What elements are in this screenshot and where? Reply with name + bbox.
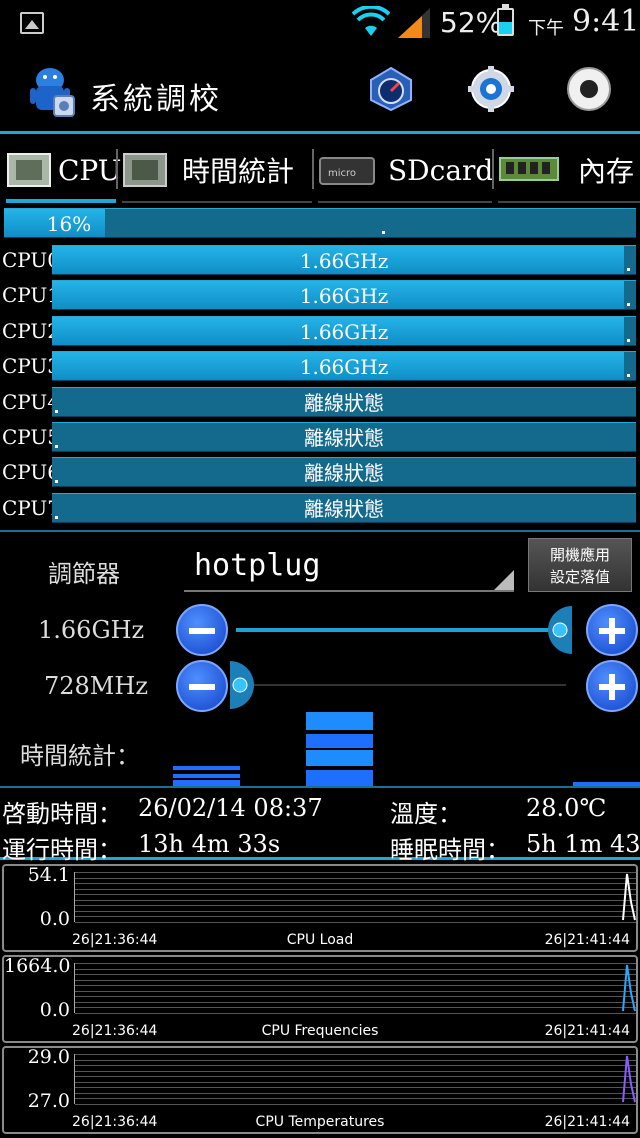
cpu-core-status: 1.66GHz bbox=[299, 284, 389, 309]
governor-label: 調節器 bbox=[48, 560, 120, 588]
status-clock: 9:41 bbox=[572, 4, 640, 39]
max-freq-decrease-button[interactable] bbox=[176, 604, 228, 656]
status-bar: 52% 下午 9:41 bbox=[0, 0, 640, 48]
tab-memory[interactable]: 內存 bbox=[498, 137, 634, 203]
record-icon[interactable] bbox=[566, 66, 612, 112]
graph-title: CPU Frequencies bbox=[261, 1023, 379, 1039]
cpu-core-bar: 離線狀態 bbox=[52, 422, 636, 452]
graph-plot-area bbox=[74, 963, 636, 1014]
speedometer-icon[interactable] bbox=[368, 66, 414, 112]
temperature-value: 28.0℃ bbox=[526, 794, 607, 822]
history-graph: 29.0 27.0 26|21:36:44 CPU Temperatures 26|21… bbox=[2, 1046, 638, 1134]
cpu-core-status: 離線狀態 bbox=[304, 461, 384, 486]
android-tool-logo-icon bbox=[30, 68, 75, 117]
graph-y-min: 27.0 bbox=[27, 1090, 70, 1112]
sleep-time-value: 5h 1m 43s bbox=[526, 830, 640, 858]
graph-plot-area bbox=[74, 1054, 636, 1105]
uptime-label: 運行時間： bbox=[2, 836, 122, 864]
governor-value: hotplug bbox=[194, 548, 321, 583]
min-frequency-label: 728MHz bbox=[44, 672, 148, 700]
min-freq-increase-button[interactable] bbox=[586, 660, 638, 712]
cpu-core-bar: 1.66GHz bbox=[52, 280, 636, 311]
graph-y-max: 54.1 bbox=[27, 864, 70, 886]
cpu-core-bar: 離線狀態 bbox=[52, 386, 636, 417]
history-graph: 54.1 0.0 26|21:36:44 CPU Load 26|21:41:44 bbox=[2, 864, 638, 952]
graph-y-max: 29.0 bbox=[27, 1046, 70, 1068]
battery-icon bbox=[497, 4, 514, 36]
cpu-core-bar: 1.66GHz bbox=[52, 351, 636, 382]
cpu-core-status: 1.66GHz bbox=[299, 319, 389, 344]
graph-y-min: 0.0 bbox=[39, 908, 70, 930]
boot-time-value: 26/02/14 08:37 bbox=[138, 794, 323, 822]
system-stats: 啓動時間： 26/02/14 08:37 溫度： 28.0℃ 運行時間： 13h… bbox=[0, 786, 640, 864]
graph-title: CPU Load bbox=[286, 932, 354, 948]
cpu-core-bar: 離線狀態 bbox=[52, 457, 636, 488]
uptime-value: 13h 4m 33s bbox=[138, 830, 281, 858]
sleep-time-label: 睡眠時間： bbox=[390, 836, 510, 864]
svg-text:micro: micro bbox=[328, 168, 356, 179]
memory-chip-icon bbox=[499, 157, 559, 181]
max-frequency-slider-handle[interactable] bbox=[532, 606, 572, 654]
governor-dropdown[interactable]: hotplug bbox=[184, 542, 514, 592]
governor-panel: 調節器 hotplug 開機應用 設定落值 1.66GHz 728MHz 時間統… bbox=[0, 530, 640, 786]
sdcard-icon: micro bbox=[319, 157, 375, 185]
wifi-icon bbox=[352, 6, 390, 36]
app-title: 系統調校 bbox=[90, 82, 222, 117]
graph-plot-area bbox=[74, 872, 636, 923]
min-frequency-slider-track[interactable] bbox=[236, 684, 566, 686]
tab-sdcard[interactable]: micro SDcard bbox=[318, 137, 493, 203]
temperature-label: 溫度： bbox=[390, 800, 462, 828]
graph-y-max: 1664.0 bbox=[4, 955, 71, 977]
signal-strength-icon bbox=[398, 8, 430, 38]
apply-on-boot-button[interactable]: 開機應用 設定落值 bbox=[528, 538, 632, 592]
cpu-core-bar: 1.66GHz bbox=[52, 315, 636, 346]
max-freq-increase-button[interactable] bbox=[586, 604, 638, 656]
dropdown-corner-icon bbox=[494, 570, 514, 590]
cpu-core-status: 1.66GHz bbox=[299, 355, 389, 380]
max-frequency-label: 1.66GHz bbox=[38, 616, 145, 644]
total-cpu-load-bar: 16% bbox=[4, 208, 636, 238]
graph-title: CPU Temperatures bbox=[255, 1114, 385, 1130]
graph-x-end: 26|21:41:44 bbox=[544, 1023, 630, 1039]
cpu-chip-icon bbox=[7, 153, 51, 187]
graph-series-line bbox=[622, 964, 636, 1012]
tab-time-stats[interactable]: 時間統計 bbox=[122, 137, 294, 203]
image-notification-icon bbox=[20, 12, 44, 34]
cpu-core-status: 離線狀態 bbox=[304, 426, 384, 450]
max-frequency-slider-track[interactable] bbox=[236, 628, 566, 632]
app-header: 系統調校 bbox=[0, 48, 640, 134]
graph-series-line bbox=[622, 873, 636, 921]
tab-bar: CPU 時間統計 micro SDcard 內存 bbox=[0, 137, 640, 203]
boot-time-label: 啓動時間： bbox=[2, 800, 122, 828]
histogram-bar-2 bbox=[306, 712, 373, 786]
cpu-core-status: 離線狀態 bbox=[304, 390, 384, 415]
graph-y-min: 0.0 bbox=[39, 999, 70, 1021]
cpu-core-list: 16% CPU0 1.66GHz CPU1 1.66GHz CPU2 1.66GHz CPU… bbox=[0, 205, 640, 527]
battery-percentage: 52% bbox=[440, 6, 503, 39]
tab-cpu[interactable]: CPU bbox=[6, 137, 121, 203]
time-period: 下午 bbox=[528, 18, 564, 39]
cpu-core-bar: 離線狀態 bbox=[52, 492, 636, 523]
graph-series-line bbox=[622, 1055, 636, 1103]
graph-x-end: 26|21:41:44 bbox=[544, 1114, 630, 1130]
histogram-bar-1 bbox=[173, 766, 240, 786]
active-tab-indicator bbox=[6, 199, 116, 203]
history-graph: 1664.0 0.0 26|21:36:44 CPU Frequencies 26|21… bbox=[2, 955, 638, 1043]
time-stats-histogram bbox=[173, 712, 640, 786]
min-frequency-slider-handle[interactable] bbox=[230, 661, 270, 709]
cpu-core-status: 離線狀態 bbox=[304, 496, 384, 521]
cpu-core-status: 1.66GHz bbox=[299, 249, 389, 273]
gear-icon[interactable] bbox=[468, 66, 514, 112]
time-stats-label: 時間統計： bbox=[20, 742, 140, 770]
min-freq-decrease-button[interactable] bbox=[176, 660, 228, 712]
cpu-core-bar: 1.66GHz bbox=[52, 245, 636, 275]
chip-icon bbox=[123, 153, 167, 187]
graph-x-end: 26|21:41:44 bbox=[544, 932, 630, 948]
